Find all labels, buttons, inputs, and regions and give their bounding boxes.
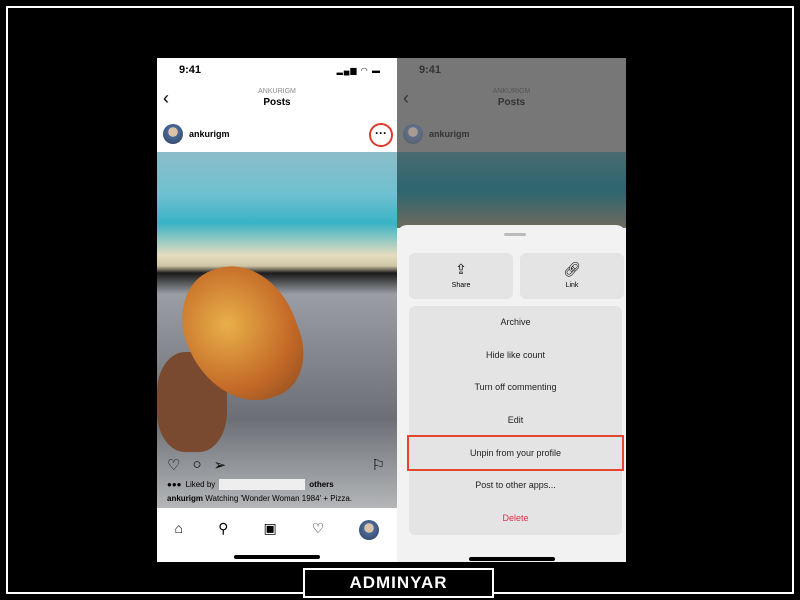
menu-archive[interactable]: Archive (409, 306, 622, 339)
post-image (397, 152, 626, 228)
bookmark-icon[interactable]: ⚐ (372, 456, 385, 474)
post-image[interactable] (157, 152, 397, 508)
link-button[interactable]: 🔗︎ Link (520, 253, 624, 299)
menu-hide-like-count[interactable]: Hide like count (409, 339, 622, 372)
dimmed-background[interactable]: 9:41 ‹ ANKURIGM Posts ankurigm (397, 58, 626, 228)
home-indicator (234, 555, 320, 559)
tab-bar: ⌂ ⚲ ▣ ♡ (157, 520, 397, 540)
liked-by-label: Liked by (185, 480, 216, 489)
share-icon[interactable]: ➢ (214, 456, 227, 474)
redacted-names (219, 479, 306, 490)
options-screen: 9:41 ‹ ANKURIGM Posts ankurigm ⇪ Share 🔗︎… (397, 58, 626, 562)
page-title: Posts (263, 97, 291, 108)
menu-unpin[interactable]: Unpin from your profile (407, 434, 624, 472)
home-icon[interactable]: ⌂ (175, 520, 183, 540)
others-label[interactable]: others (309, 480, 333, 489)
link-label: Link (565, 282, 579, 289)
drag-handle[interactable] (504, 233, 526, 236)
post-author: ankurigm (403, 124, 470, 144)
page-title: Posts (497, 97, 526, 108)
caption-username[interactable]: ankurigm (167, 494, 203, 503)
likes-row[interactable]: ●●● Liked by others (167, 479, 334, 490)
username[interactable]: ankurigm (189, 129, 230, 139)
post-screen: 9:41 ▂▄▆ ◠ ▬ ‹ ANKURIGM Posts ankurigm ·… (157, 58, 397, 562)
profile-tab-avatar[interactable] (359, 520, 380, 540)
options-sheet: ⇪ Share 🔗︎ Link Archive Hide like count Tu… (397, 225, 626, 562)
caption: ankurigm Watching 'Wonder Woman 1984' + … (167, 494, 352, 503)
header-username: ANKURIGM (492, 88, 531, 95)
share-button[interactable]: ⇪ Share (409, 253, 513, 299)
reels-icon[interactable]: ▣ (263, 520, 276, 540)
home-indicator (469, 557, 555, 561)
menu-turn-off-commenting[interactable]: Turn off commenting (409, 371, 622, 404)
status-time: 9:41 (179, 64, 202, 76)
status-icons: ▂▄▆ ◠ ▬ (336, 66, 381, 75)
avatar (403, 124, 423, 144)
like-icon[interactable]: ♡ (167, 456, 180, 474)
menu-delete[interactable]: Delete (409, 502, 622, 535)
liker-avatars: ●●● (167, 480, 182, 489)
comment-icon[interactable]: ○ (192, 456, 201, 474)
menu-edit[interactable]: Edit (409, 404, 622, 437)
post-actions: ♡ ○ ➢ ⚐ (167, 456, 385, 474)
options-menu: Archive Hide like count Turn off comment… (407, 306, 624, 535)
post-author[interactable]: ankurigm (163, 124, 230, 144)
username: ankurigm (429, 129, 470, 139)
watermark: ADMINYAR (303, 568, 494, 598)
share-icon: ⇪ (455, 261, 467, 277)
share-label: Share (451, 282, 471, 289)
avatar[interactable] (163, 124, 183, 144)
menu-post-to-other-apps[interactable]: Post to other apps... (409, 469, 622, 502)
status-time: 9:41 (419, 64, 442, 76)
header-username: ANKURIGM (258, 88, 296, 95)
link-icon: 🔗︎ (563, 261, 581, 277)
activity-icon[interactable]: ♡ (312, 520, 325, 540)
more-options-button[interactable]: ··· (369, 123, 393, 147)
search-icon[interactable]: ⚲ (218, 520, 228, 540)
caption-text: Watching 'Wonder Woman 1984' + Pizza. (205, 494, 353, 503)
